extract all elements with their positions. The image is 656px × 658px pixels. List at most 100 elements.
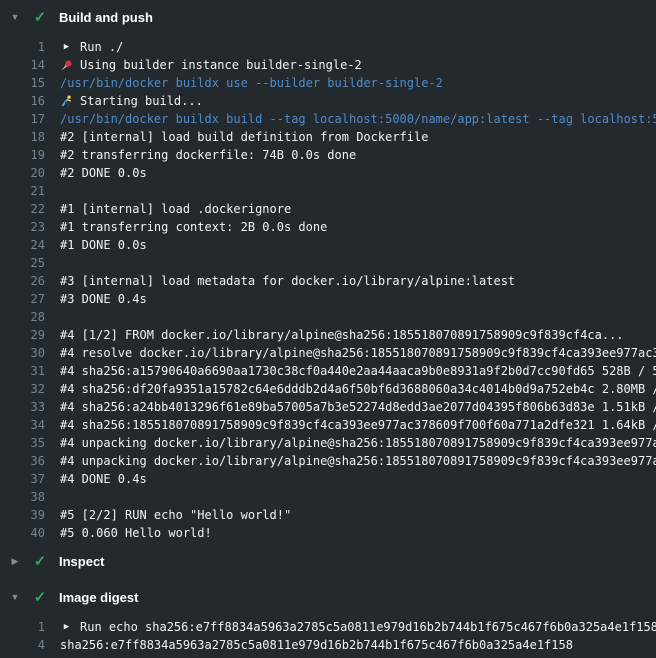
log-line-number[interactable]: 15 [0,74,45,92]
log-line-number[interactable]: 29 [0,326,45,344]
log-line: 21 [0,182,656,200]
log-line-number[interactable]: 27 [0,290,45,308]
log-line-text: #4 sha256:df20fa9351a15782c64e6dddb2d4a6… [45,380,656,398]
log-line-number[interactable]: 25 [0,254,45,272]
log-line-number[interactable]: 30 [0,344,45,362]
log-line-text [45,254,60,272]
log-line: 39#5 [2/2] RUN echo "Hello world!" [0,506,656,524]
log-line-text: #3 [internal] load metadata for docker.i… [45,272,515,290]
log-line: 26#3 [internal] load metadata for docker… [0,272,656,290]
log-line-number[interactable]: 23 [0,218,45,236]
log-line-number[interactable]: 28 [0,308,45,326]
log-line-text: #4 unpacking docker.io/library/alpine@sh… [45,452,656,470]
log-line: 28 [0,308,656,326]
log-line: 33#4 sha256:a24bb4013296f61e89ba57005a7b… [0,398,656,416]
log-line-number[interactable]: 21 [0,182,45,200]
log-line-number[interactable]: 36 [0,452,45,470]
play-icon[interactable]: ▶ [60,618,73,636]
log-block-image-digest: 1 ▶ Run echo sha256:e7ff8834a5963a2785c5a0… [0,614,656,654]
log-line-text: Starting build... [80,92,203,110]
log-line-number[interactable]: 1 [0,38,45,56]
log-line: 24#1 DONE 0.0s [0,236,656,254]
log-line-number[interactable]: 33 [0,398,45,416]
chevron-right-icon[interactable]: ▶ [9,557,21,566]
play-icon[interactable]: ▶ [60,38,73,56]
log-line-text: #4 sha256:185518070891758909c9f839cf4ca3… [45,416,656,434]
log-line-text [45,488,60,506]
log-line-text: sha256:e7ff8834a5963a2785c5a0811e979d16b… [45,636,573,654]
chevron-down-icon[interactable]: ▼ [9,13,21,22]
log-line: 4sha256:e7ff8834a5963a2785c5a0811e979d16… [0,636,656,654]
log-line-number[interactable]: 4 [0,636,45,654]
log-line-text: #4 unpacking docker.io/library/alpine@sh… [45,434,656,452]
log-line-number[interactable]: 24 [0,236,45,254]
log-line: 40#5 0.060 Hello world! [0,524,656,542]
log-line: 37#4 DONE 0.4s [0,470,656,488]
chevron-down-icon[interactable]: ▼ [9,593,21,602]
log-line: 29#4 [1/2] FROM docker.io/library/alpine… [0,326,656,344]
log-line: 1 ▶ Run echo sha256:e7ff8834a5963a2785c5a0… [0,618,656,636]
log-line-number[interactable]: 37 [0,470,45,488]
log-line-number[interactable]: 38 [0,488,45,506]
log-line-text: #3 DONE 0.4s [45,290,147,308]
log-line-number[interactable]: 31 [0,362,45,380]
section-title: Image digest [59,590,138,605]
log-line-text: #5 [2/2] RUN echo "Hello world!" [45,506,291,524]
log-line-number[interactable]: 39 [0,506,45,524]
log-line-number[interactable]: 34 [0,416,45,434]
success-check-icon: ✓ [32,590,48,605]
log-line: 30#4 resolve docker.io/library/alpine@sh… [0,344,656,362]
success-check-icon: ✓ [32,554,48,569]
log-line-text: /usr/bin/docker buildx build --tag local… [45,110,656,128]
log-line-number[interactable]: 17 [0,110,45,128]
log-line: 25 [0,254,656,272]
log-line: 38 [0,488,656,506]
log-line-text [45,182,60,200]
section-inspect: ▶ ✓ Inspect [0,544,656,578]
log-line: 14 Using builder instance builder-single-… [0,56,656,74]
log-line-text: Using builder instance builder-single-2 [80,56,362,74]
log-line: 36#4 unpacking docker.io/library/alpine@… [0,452,656,470]
log-line-text: /usr/bin/docker buildx use --builder bui… [45,74,443,92]
log-line-number[interactable]: 1 [0,618,45,636]
log-line: 18#2 [internal] load build definition fr… [0,128,656,146]
log-line-number[interactable]: 40 [0,524,45,542]
section-title: Inspect [59,554,105,569]
log-line: 20#2 DONE 0.0s [0,164,656,182]
section-image-digest: ▼ ✓ Image digest 1 ▶ Run echo sha256:e7ff8834… [0,580,656,654]
log-line-number[interactable]: 19 [0,146,45,164]
log-line-number[interactable]: 16 [0,92,45,110]
log-line-text: Run ./ [80,38,123,56]
section-title: Build and push [59,10,153,25]
log-line-number[interactable]: 18 [0,128,45,146]
section-header-build-and-push[interactable]: ▼ ✓ Build and push [0,0,656,34]
log-line-text: #1 DONE 0.0s [45,236,147,254]
log-line: 1 ▶ Run ./ [0,38,656,56]
log-line-number[interactable]: 26 [0,272,45,290]
section-build-and-push: ▼ ✓ Build and push 1 ▶ Run ./ 14 Using builder … [0,0,656,542]
log-line-text: #4 [1/2] FROM docker.io/library/alpine@s… [45,326,624,344]
log-line-text [45,308,60,326]
log-line-text: #2 transferring dockerfile: 74B 0.0s don… [45,146,356,164]
log-line: 22#1 [internal] load .dockerignore [0,200,656,218]
log-line-text: #4 resolve docker.io/library/alpine@sha2… [45,344,656,362]
log-line: 17/usr/bin/docker buildx build --tag loc… [0,110,656,128]
log-line-number[interactable]: 20 [0,164,45,182]
pushpin-icon [60,56,73,74]
log-line-number[interactable]: 14 [0,56,45,74]
log-line-text: #1 transferring context: 2B 0.0s done [45,218,327,236]
log-line: 35#4 unpacking docker.io/library/alpine@… [0,434,656,452]
log-line-number[interactable]: 35 [0,434,45,452]
runner-icon [60,92,73,110]
log-line-text: #5 0.060 Hello world! [45,524,212,542]
section-header-image-digest[interactable]: ▼ ✓ Image digest [0,580,656,614]
section-header-inspect[interactable]: ▶ ✓ Inspect [0,544,656,578]
log-line-text: #1 [internal] load .dockerignore [45,200,291,218]
success-check-icon: ✓ [32,10,48,25]
log-line-number[interactable]: 22 [0,200,45,218]
workflow-log-viewer: ▼✓Build and push1▶Run ./14Using builder … [0,0,656,658]
log-line: 23#1 transferring context: 2B 0.0s done [0,218,656,236]
log-line: 15/usr/bin/docker buildx use --builder b… [0,74,656,92]
log-line-number[interactable]: 32 [0,380,45,398]
log-line-text: Run echo sha256:e7ff8834a5963a2785c5a081… [80,618,656,636]
